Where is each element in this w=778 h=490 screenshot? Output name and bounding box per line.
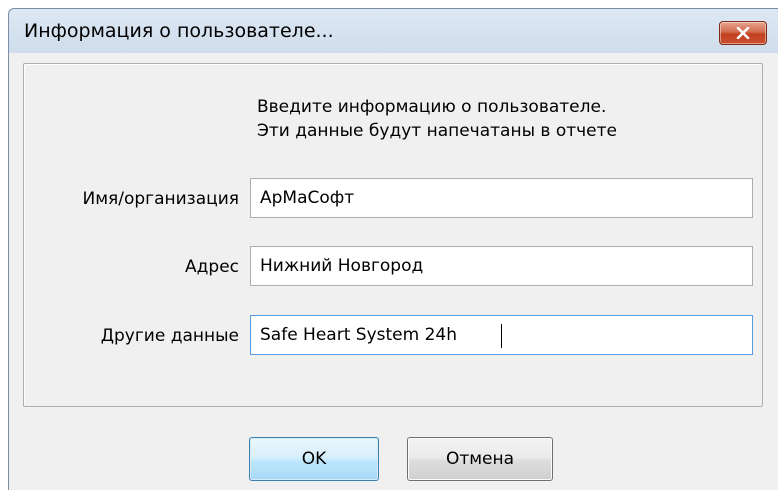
address-field[interactable] bbox=[251, 247, 752, 285]
name-field[interactable] bbox=[251, 179, 752, 217]
other-data-field-box[interactable] bbox=[250, 315, 753, 355]
intro-line-1: Введите информацию о пользователе. bbox=[257, 97, 607, 117]
ok-button[interactable]: OK bbox=[249, 437, 379, 481]
user-info-dialog: Информация о пользователе... Введите инф… bbox=[8, 8, 778, 490]
title-bar[interactable]: Информация о пользователе... bbox=[9, 9, 778, 53]
text-caret bbox=[501, 324, 502, 348]
name-field-box[interactable] bbox=[250, 178, 753, 218]
intro-line-2: Эти данные будут напечатаны в отчете bbox=[257, 121, 617, 141]
cancel-button[interactable]: Отмена bbox=[407, 437, 553, 481]
window-title: Информация о пользователе... bbox=[24, 20, 334, 42]
address-field-box[interactable] bbox=[250, 246, 753, 286]
close-icon bbox=[736, 27, 750, 39]
intro-text: Введите информацию о пользователе. Эти д… bbox=[257, 95, 617, 143]
name-label: Имя/организация bbox=[82, 189, 239, 209]
close-button[interactable] bbox=[719, 21, 767, 45]
dialog-body: Введите информацию о пользователе. Эти д… bbox=[9, 53, 778, 490]
address-label: Адрес bbox=[185, 257, 239, 277]
other-data-label: Другие данные bbox=[100, 326, 239, 346]
